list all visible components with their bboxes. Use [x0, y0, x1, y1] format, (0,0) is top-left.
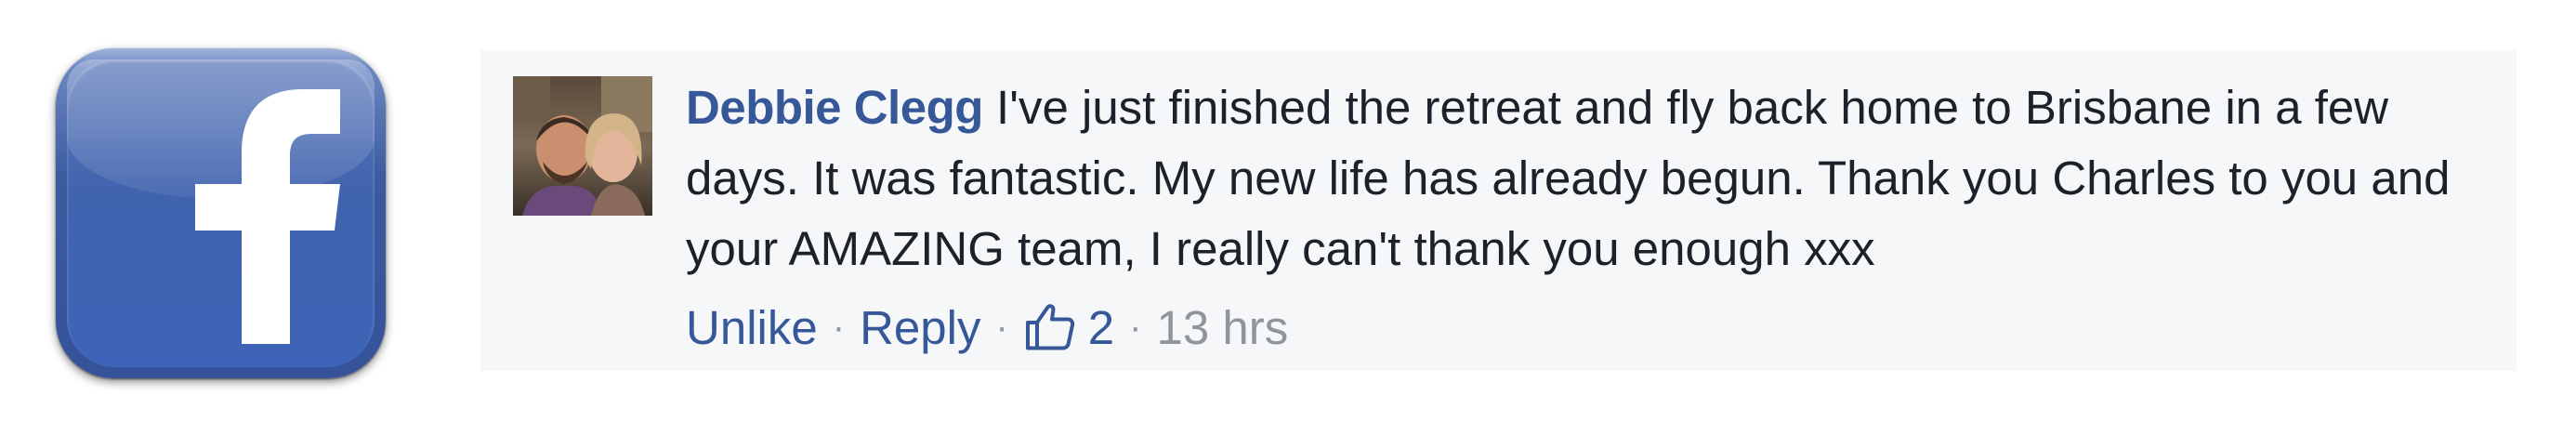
facebook-logo-gloss — [67, 59, 375, 199]
comment-timestamp[interactable]: 13 hrs — [1156, 300, 1288, 355]
facebook-logo — [56, 48, 386, 378]
separator: · — [995, 306, 1008, 348]
avatar[interactable] — [513, 76, 652, 216]
reply-link[interactable]: Reply — [860, 300, 980, 355]
separator: · — [832, 306, 846, 348]
like-count: 2 — [1087, 300, 1115, 354]
comment-body: Debbie Clegg I've just finished the retr… — [686, 73, 2489, 284]
thumbs-up-icon — [1025, 304, 1074, 350]
comment-author[interactable]: Debbie Clegg — [686, 81, 983, 134]
couple-photo-avatar-icon — [513, 76, 652, 216]
separator: · — [1129, 306, 1142, 348]
comment-card: Debbie Clegg I've just finished the retr… — [480, 50, 2517, 371]
comment-actions: Unlike · Reply · 2 · 13 hrs — [686, 292, 1288, 363]
unlike-link[interactable]: Unlike — [686, 300, 818, 355]
like-count-button[interactable]: 2 — [1023, 299, 1114, 355]
